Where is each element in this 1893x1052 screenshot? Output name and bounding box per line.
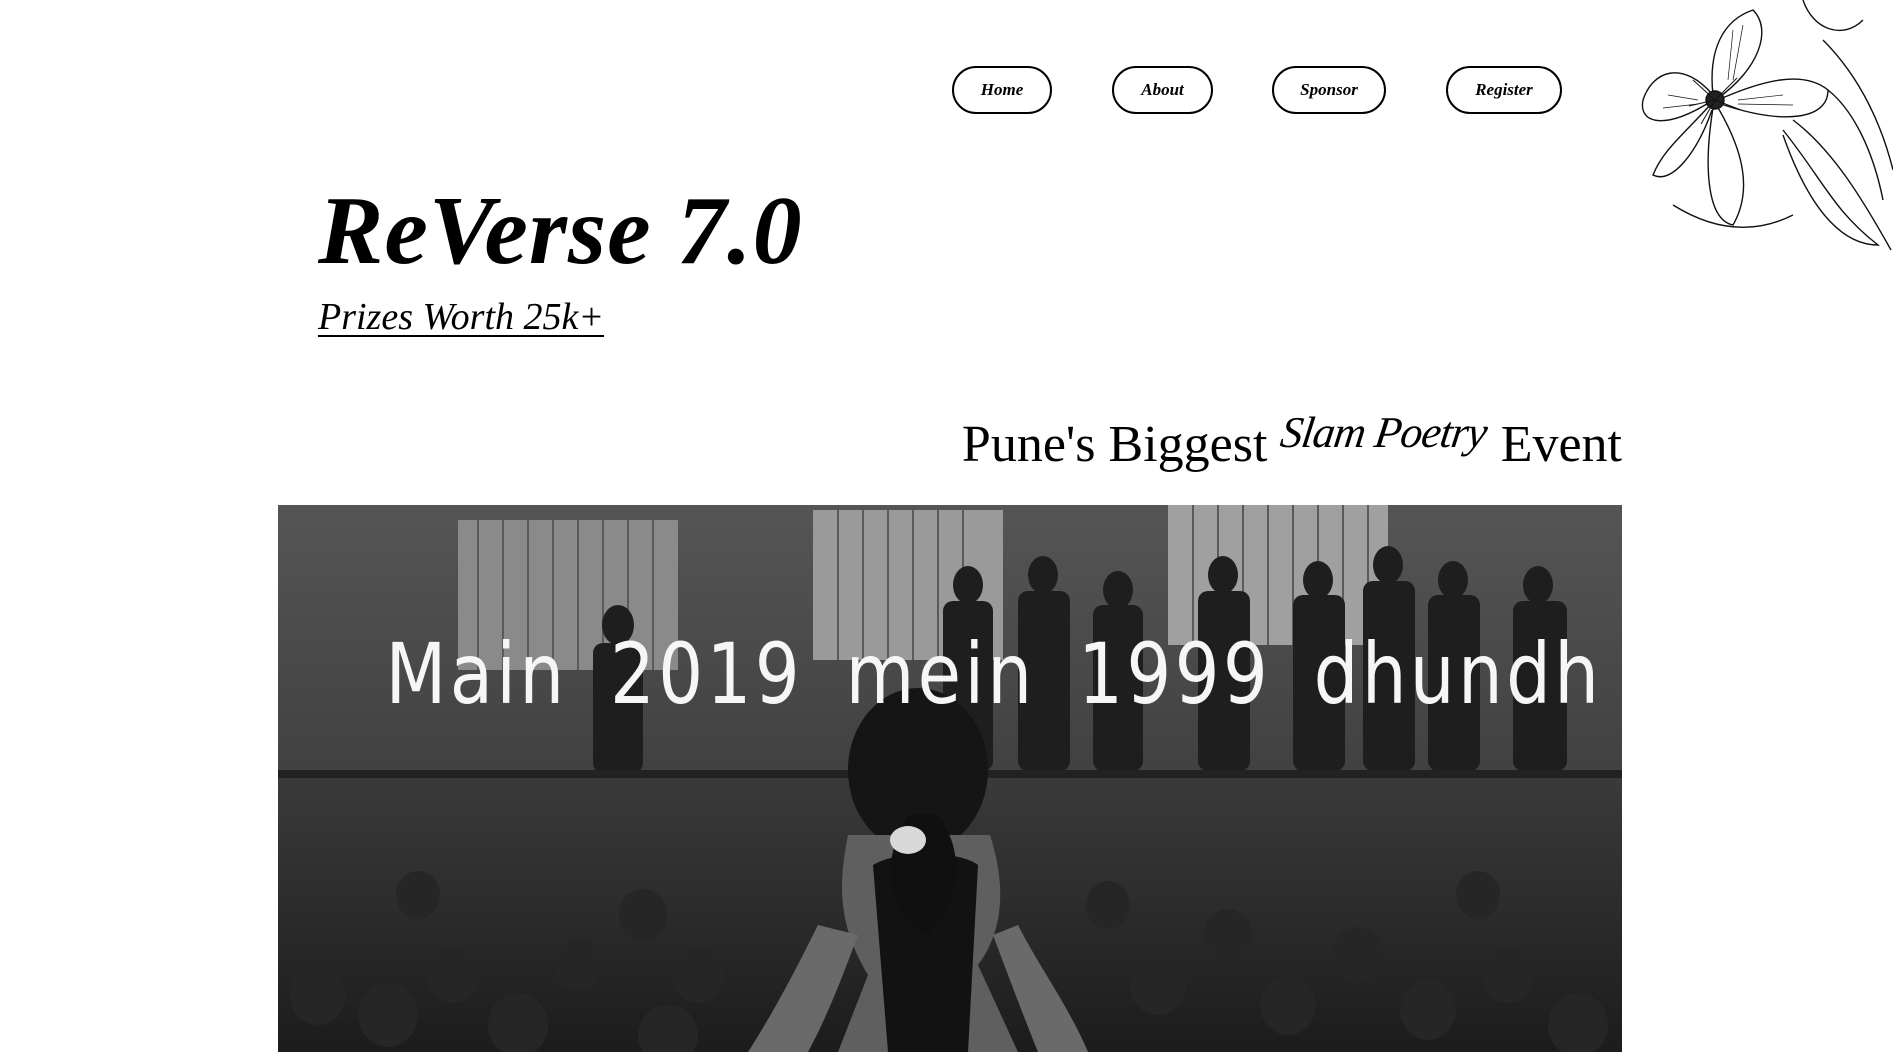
nav-sponsor-button[interactable]: Sponsor [1272,66,1386,114]
nav-register-button[interactable]: Register [1446,66,1562,114]
event-photo-scene [278,505,1622,1052]
tagline-part-1: Pune's Biggest [961,416,1268,473]
main-nav: Home About Sponsor Register [952,66,1562,118]
nav-home-button[interactable]: Home [952,66,1052,114]
tagline-part-2: Event [1500,416,1622,473]
tagline-script-text: Slam Poetry [1278,408,1491,457]
prizes-link[interactable]: Prizes Worth 25k+ [318,290,604,344]
nav-about-button[interactable]: About [1112,66,1213,114]
event-photo: Main 2019 mein 1999 dhundh rahi hun... [278,505,1622,1052]
event-title: ReVerse 7.0 [318,177,803,285]
photo-caption: Main 2019 mein 1999 dhundh rahi hun... [385,625,1622,723]
flower-sketch-icon [1613,0,1893,260]
tagline: Pune's Biggest Slam Poetry Event [961,408,1622,480]
